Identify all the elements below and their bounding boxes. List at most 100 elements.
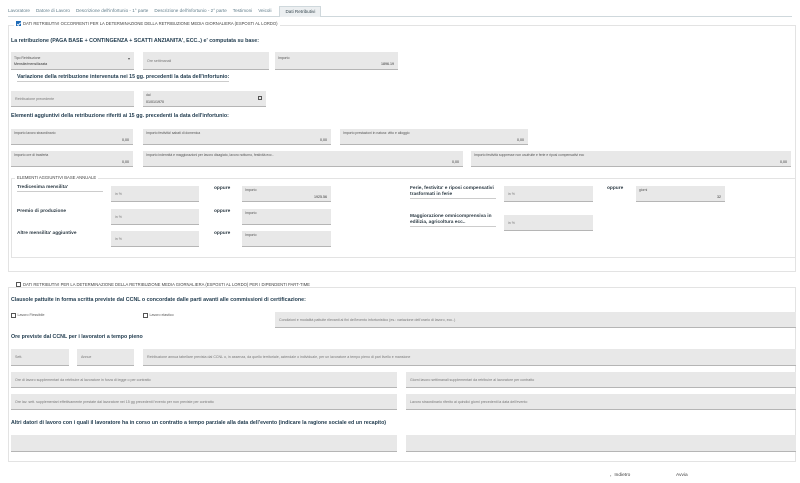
chevron-down-icon [128,58,130,60]
importo-festivita-input[interactable]: Importo festività/ sabati di domenica 0,… [143,129,331,145]
chevron-left-icon: ‹ [610,473,612,478]
sett-placeholder: Sett. [15,355,23,359]
lavoro-flessibile-box[interactable] [11,313,16,318]
maggiorazione-pct-placeholder: in % [508,220,515,225]
importo-input[interactable]: Importo 1896.19 [275,52,398,70]
tredicesima-pct-placeholder: in % [115,191,122,196]
importo-festivita-soppresse-input[interactable]: Importo festività soppresse non usufruit… [471,151,791,167]
annue-input[interactable]: Annue [77,349,134,366]
importo-festivita-value: 0,00 [320,138,327,142]
premio-oppure: oppure [214,209,231,214]
section-2-legend-text: DATI RETRIBUTIVI PER LA DETERMINAZIONE D… [23,282,310,287]
section-1-checkbox[interactable] [16,21,21,26]
importo-vitto-alloggio-value: 0,00 [517,138,524,142]
dal-value: 01/01/1970 [146,100,164,104]
section-1-legend: DATI RETRIBUTIVI OCCORRENTI PER LA DETER… [14,21,280,26]
giorni-supplementari-placeholder: Giorni lavoro settimanali supplementari … [410,377,535,382]
sett-input[interactable]: Sett. [11,349,69,366]
section-2-checkbox[interactable] [16,282,21,287]
importo-trasferta-label: Importo ore di trasferta [14,153,49,157]
importo-indennita-value: 0,00 [452,160,459,164]
altre-pct-input[interactable]: in % [111,231,199,247]
dal-date-input[interactable]: dal 01/01/1970 [143,91,266,107]
ferie-pct-placeholder: in % [508,191,515,196]
maggiorazione-label: Maggiorazione omnicomprensiva in edilizi… [410,214,496,227]
condizioni-input[interactable]: Condizioni e modalità pattuite rilevanti… [275,312,796,328]
importo-trasferta-value: 0,00 [122,160,129,164]
importo-value: 1896.19 [381,62,394,66]
variazione-title: Variazione della retribuzione intervenut… [17,74,230,80]
retribuzione-annua-placeholder: Retribuzione annua tabellare prevista da… [147,355,411,359]
tab-descrizione-1[interactable]: Descrizione dell'infortunio - 1° parte [76,6,154,16]
next-button-label: Avvia [676,473,688,478]
lavoro-flessibile-checkbox[interactable]: Lavoro Flessibile [11,313,44,318]
dal-label: dal [146,93,151,97]
ore-settimanali-supplementari-input[interactable]: Ore lav. sett. supplementari effettivame… [11,394,397,410]
tab-descrizione-2[interactable]: Descrizione dell'infortunio - 2° parte [154,6,232,16]
premio-label: Premio di produzione [17,209,67,214]
lavoro-flessibile-label: Lavoro Flessibile [17,313,45,318]
premio-importo-label: Importo [245,211,257,215]
ferie-pct-input[interactable]: in % [504,186,593,202]
importo-straordinario-input[interactable]: Importo lavoro straordinario 0,00 [11,129,133,145]
retribuzione-annua-input[interactable]: Retribuzione annua tabellare prevista da… [143,349,796,366]
retribuzione-precedente-placeholder: Retribuzione precedente [15,96,55,101]
importo-straordinario-label: Importo lavoro straordinario [14,131,56,135]
lavoro-elastico-checkbox[interactable]: Lavoro elastico [143,313,174,318]
altri-datori-title: Altri datori di lavoro con i quali il la… [11,420,387,426]
lavoro-elastico-box[interactable] [143,313,148,318]
ferie-label: Ferie, festivita' e riposi compensativi … [410,186,496,199]
altre-oppure: oppure [214,231,231,236]
tredicesima-pct-input[interactable]: in % [111,186,199,202]
lavoro-straordinario-input[interactable]: Lavoro straordinario riferito ai quindic… [406,394,796,410]
tab-lavoratore[interactable]: Lavoratore [8,6,36,16]
premio-pct-placeholder: in % [115,214,122,219]
tredicesima-importo-label: Importo [245,188,257,192]
ferie-giorni-input[interactable]: giorni 32 [636,186,725,202]
annuali-legend: ELEMENTI AGGIUNTIVI BASE ANNUALE [15,175,99,180]
tredicesima-oppure: oppure [214,186,231,191]
ferie-giorni-value: 32 [717,195,721,199]
tredicesima-importo-input[interactable]: Importo 1925.56 [242,186,331,202]
calendar-icon[interactable] [258,96,262,100]
maggiorazione-pct-input[interactable]: in % [504,215,593,231]
altri-datori-textarea-2[interactable] [406,435,796,452]
importo-label: Importo [278,56,290,60]
back-button-label: Indietro [614,473,631,478]
next-button[interactable]: Avvia [676,473,688,478]
importo-vitto-alloggio-label: Importo prestazioni in natura: vitto e a… [343,131,410,135]
giorni-supplementari-input[interactable]: Giorni lavoro settimanali supplementari … [406,372,796,388]
altre-mensilita-label: Altre mensilita' aggiuntive [17,231,77,236]
importo-indennita-input[interactable]: Importo indennità e maggiorazioni per la… [143,151,463,167]
ore-supplementari-input[interactable]: Ore di lavoro supplementari da retribuir… [11,372,397,388]
importo-indennita-label: Importo indennità e maggiorazioni per la… [146,153,274,157]
tipo-retribuzione-select[interactable]: Tipo Retribuzione Mensile/mensilizzata [11,52,134,70]
premio-importo-input[interactable]: Importo [242,209,331,225]
importo-trasferta-input[interactable]: Importo ore di trasferta 0,00 [11,151,133,167]
annue-placeholder: Annue [81,355,92,359]
tab-veicoli[interactable]: Veicoli [258,6,277,16]
tredicesima-importo-value: 1925.56 [314,195,327,199]
altre-importo-label: Importo [245,233,257,237]
premio-pct-input[interactable]: in % [111,209,199,225]
tab-dati-retributivi[interactable]: Dati Retributivi [279,6,322,17]
back-button[interactable]: ‹ Indietro [610,473,630,478]
altre-importo-input[interactable]: Importo [242,231,331,247]
ore-settimanali-input[interactable]: Ore settimanali [143,52,269,70]
base-title: La retribuzione (PAGA BASE + CONTINGENZA… [11,38,259,44]
condizioni-placeholder: Condizioni e modalità pattuite rilevanti… [279,317,456,322]
lavoro-elastico-label: Lavoro elastico [149,313,174,318]
retribuzione-precedente-input[interactable]: Retribuzione precedente [11,91,134,107]
clausole-title: Clausole pattuite in forma scritta previ… [11,297,306,303]
tab-bar: Lavoratore Datore di Lavoro Descrizione … [8,6,792,17]
ore-settimanali-supplementari-placeholder: Ore lav. sett. supplementari effettivame… [15,399,214,404]
elementi-title: Elementi aggiuntivi della retribuzione r… [11,113,229,119]
tab-datore-di-lavoro[interactable]: Datore di Lavoro [36,6,76,16]
importo-vitto-alloggio-input[interactable]: Importo prestazioni in natura: vitto e a… [340,129,528,145]
altri-datori-textarea-1[interactable] [11,435,397,452]
section-1-legend-text: DATI RETRIBUTIVI OCCORRENTI PER LA DETER… [23,21,278,26]
ferie-oppure: oppure [607,186,624,191]
tab-testimoni[interactable]: Testimoni [233,6,258,16]
ore-previste-title: Ore previste dal CCNL per i lavoratori a… [11,334,143,340]
ore-settimanali-placeholder: Ore settimanali [147,58,172,63]
